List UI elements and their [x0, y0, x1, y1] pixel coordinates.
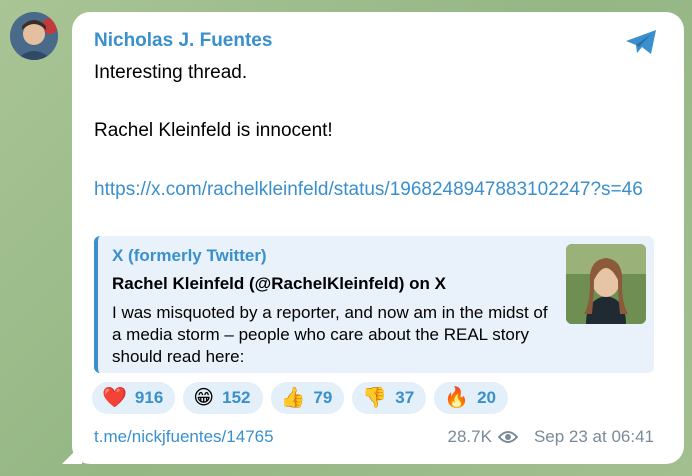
preview-thumbnail[interactable]: [566, 244, 646, 324]
reactions-bar: ❤️ 916 😁 152 👍 79 👎 37 🔥 20: [92, 382, 508, 414]
reaction-count: 152: [222, 388, 251, 407]
fire-icon: 🔥: [444, 387, 470, 409]
preview-site-name: X (formerly Twitter): [112, 246, 267, 265]
message-link[interactable]: https://x.com/rachelkleinfeld/status/196…: [94, 176, 664, 204]
preview-title: Rachel Kleinfeld (@RachelKleinfeld) on X: [112, 274, 446, 293]
reaction-count: 79: [313, 388, 333, 407]
thumbs-up-icon: 👍: [280, 387, 306, 409]
author-name[interactable]: Nicholas J. Fuentes: [94, 30, 272, 52]
reaction-fire[interactable]: 🔥 20: [434, 382, 508, 414]
post-link[interactable]: t.me/nickjfuentes/14765: [94, 427, 274, 447]
message-line-1: Interesting thread.: [94, 62, 248, 83]
eye-icon: [497, 431, 518, 443]
view-count: 28.7K: [447, 427, 492, 446]
message-meta: 28.7K Sep 23 at 06:41: [448, 427, 654, 447]
reaction-grin[interactable]: 😁 152: [183, 382, 263, 414]
preview-description: I was misquoted by a reporter, and now a…: [112, 303, 548, 366]
reaction-count: 20: [477, 388, 496, 407]
grin-icon: 😁: [193, 387, 215, 409]
timestamp: Sep 23 at 06:41: [533, 427, 654, 446]
thumbs-down-icon: 👎: [362, 387, 388, 409]
reaction-count: 37: [395, 388, 415, 407]
reaction-count: 916: [134, 388, 164, 407]
heart-icon: ❤️: [102, 387, 127, 409]
reaction-thumbs-down[interactable]: 👎 37: [352, 382, 427, 414]
avatar[interactable]: [10, 12, 58, 60]
message-bubble: Nicholas J. Fuentes Interesting thread. …: [72, 12, 684, 464]
link-preview[interactable]: X (formerly Twitter) Rachel Kleinfeld (@…: [94, 236, 654, 373]
message-line-2: Rachel Kleinfeld is innocent!: [94, 120, 333, 141]
reaction-thumbs-up[interactable]: 👍 79: [270, 382, 345, 414]
reaction-heart[interactable]: ❤️ 916: [92, 382, 176, 414]
share-icon[interactable]: [624, 28, 658, 56]
